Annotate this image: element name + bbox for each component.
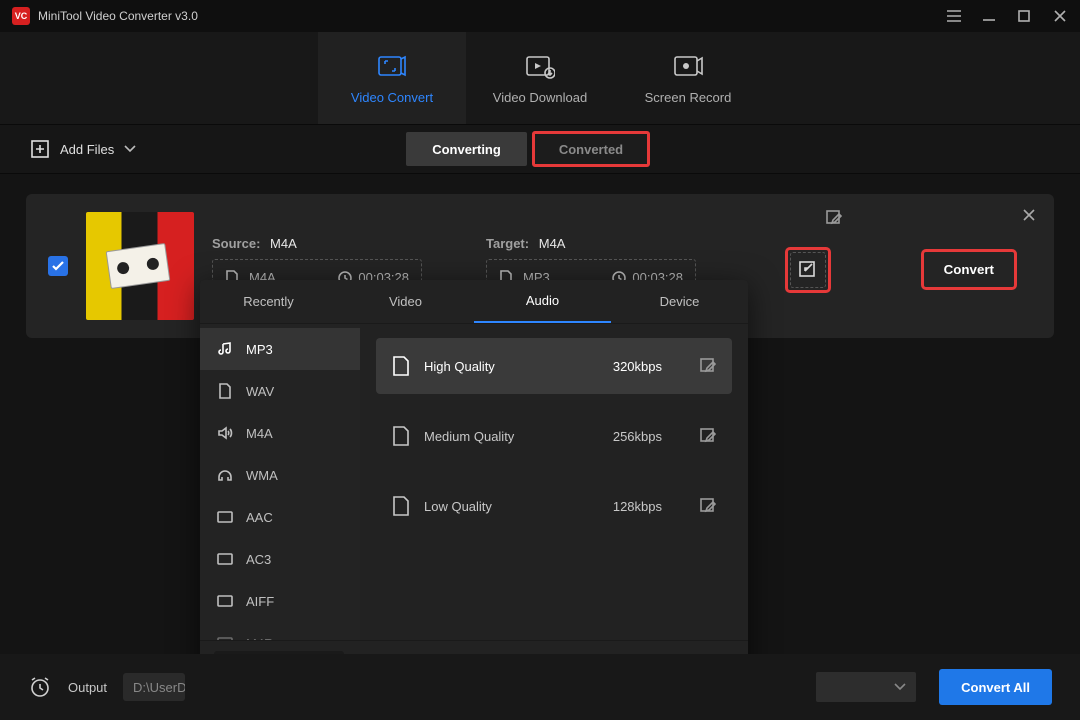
output-path-box[interactable]: D:\UserD [123,673,185,701]
dropdown-tab-device[interactable]: Device [611,280,748,323]
m4r-icon [216,634,234,640]
file-icon [392,496,410,516]
format-item-m4a[interactable]: M4A [200,412,360,454]
tab-video-download[interactable]: Video Download [466,32,614,124]
edit-target-icon[interactable] [826,210,842,226]
toolbar: Add Files Converting Converted [0,124,1080,174]
music-icon [216,340,234,358]
quality-low[interactable]: Low Quality 128kbps [376,478,732,534]
dropdown-tab-audio[interactable]: Audio [474,280,611,323]
bottom-bar: Output D:\UserD Convert All [0,654,1080,720]
dropdown-tab-recently[interactable]: Recently [200,280,337,323]
format-list[interactable]: MP3 WAV M4A WMA AAC AC3 [200,324,360,640]
add-files-label: Add Files [60,142,114,157]
titlebar: VC MiniTool Video Converter v3.0 [0,0,1080,32]
select-preset-button[interactable] [790,252,826,288]
converting-tab[interactable]: Converting [406,132,527,166]
format-item-ac3[interactable]: AC3 [200,538,360,580]
source-label: Source: [212,236,260,251]
aac-icon [216,508,234,526]
add-files-button[interactable]: Add Files [30,139,136,159]
convert-icon [377,52,407,80]
close-icon[interactable] [1054,10,1068,22]
target-label: Target: [486,236,529,251]
quality-high[interactable]: High Quality 320kbps [376,338,732,394]
output-format-select[interactable] [816,672,916,702]
chevron-down-icon [894,682,906,692]
add-file-icon [30,139,50,159]
schedule-icon[interactable] [28,675,52,699]
headphone-icon [216,466,234,484]
file-thumbnail [86,212,194,320]
edit-icon[interactable] [700,498,716,514]
edit-icon[interactable] [700,428,716,444]
quality-list: High Quality 320kbps Medium Quality 256k… [360,324,748,640]
file-icon [216,382,234,400]
file-icon [392,426,410,446]
tab-video-download-label: Video Download [493,90,587,105]
source-format: M4A [270,236,297,251]
speaker-icon [216,424,234,442]
ac3-icon [216,550,234,568]
record-icon [673,52,703,80]
output-label: Output [68,680,107,695]
minimize-icon[interactable] [982,9,996,23]
format-item-wav[interactable]: WAV [200,370,360,412]
aiff-icon [216,592,234,610]
quality-medium[interactable]: Medium Quality 256kbps [376,408,732,464]
file-icon [392,356,410,376]
convert-button[interactable]: Convert [924,252,1014,287]
download-icon [525,52,555,80]
menu-icon[interactable] [946,9,960,23]
format-item-aiff[interactable]: AIFF [200,580,360,622]
tab-screen-record-label: Screen Record [645,90,732,105]
main-tabs: Video Convert Video Download Screen Reco… [0,32,1080,124]
app-logo: VC [12,7,30,25]
edit-icon[interactable] [700,358,716,374]
format-item-mp3[interactable]: MP3 [200,328,360,370]
chevron-down-icon [124,144,136,154]
remove-file-button[interactable] [1022,208,1036,222]
app-title: MiniTool Video Converter v3.0 [38,9,198,23]
file-checkbox[interactable] [48,256,68,276]
format-item-m4r[interactable]: M4R [200,622,360,640]
tab-screen-record[interactable]: Screen Record [614,32,762,124]
format-item-aac[interactable]: AAC [200,496,360,538]
convert-all-button[interactable]: Convert All [939,669,1052,705]
tab-video-convert[interactable]: Video Convert [318,32,466,124]
target-format: M4A [539,236,566,251]
format-item-wma[interactable]: WMA [200,454,360,496]
converted-tab[interactable]: Converted [533,132,649,166]
tab-video-convert-label: Video Convert [351,90,433,105]
format-dropdown: Recently Video Audio Device MP3 WAV M4A … [200,280,748,690]
maximize-icon[interactable] [1018,10,1032,22]
dropdown-tab-video[interactable]: Video [337,280,474,323]
